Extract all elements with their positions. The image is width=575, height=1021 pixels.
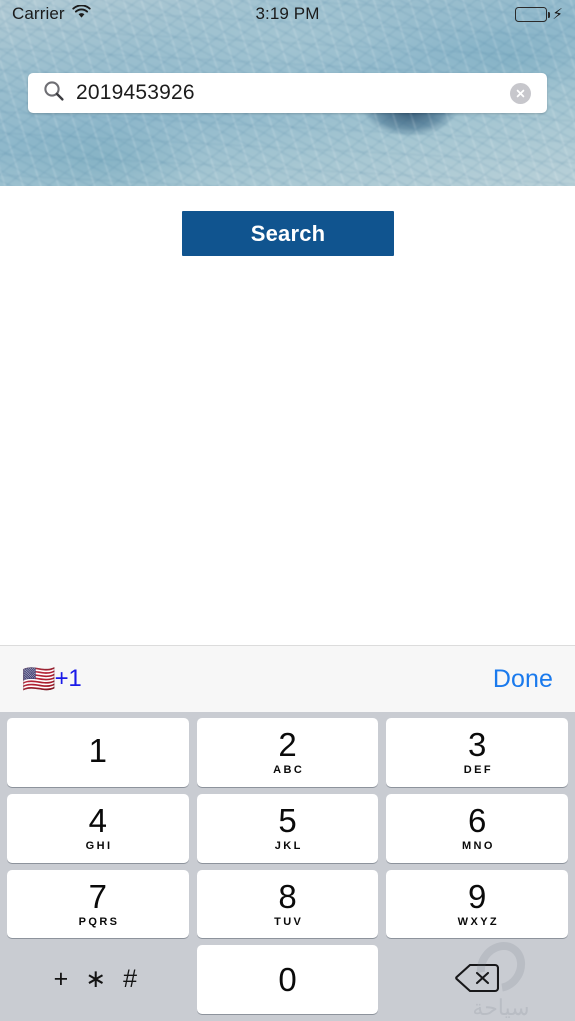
key-letters: PQRS <box>78 915 120 928</box>
search-input[interactable]: 2019453926 <box>76 81 510 105</box>
key-digit: 8 <box>278 877 297 915</box>
key-8[interactable]: 8 TUV <box>196 869 379 939</box>
keypad-row: 7 PQRS 8 TUV 9 WXYZ <box>7 869 569 939</box>
key-letters: GHI <box>85 840 113 853</box>
key-digit: 7 <box>88 877 108 915</box>
keyboard-accessory-bar: 🇺🇸 +1 Done <box>0 645 575 712</box>
key-3[interactable]: 3 DEF <box>386 718 569 787</box>
key-letters: WXYZ <box>457 915 500 928</box>
search-button[interactable]: Search <box>182 211 394 256</box>
search-bar[interactable]: 2019453926 <box>28 73 547 113</box>
key-1[interactable]: 1 <box>7 718 189 787</box>
key-0[interactable]: 0 <box>196 945 379 1014</box>
keypad-row: 1 2 ABC 3 DEF <box>7 718 569 787</box>
key-5[interactable]: 5 JKL <box>196 793 379 863</box>
symbols-key-label: + ∗ # <box>53 965 142 994</box>
key-digit: 5 <box>278 802 297 840</box>
key-letters: MNO <box>461 840 495 853</box>
key-letters: ABC <box>273 764 305 777</box>
symbols-key[interactable]: + ∗ # <box>7 945 189 1014</box>
key-digit: 0 <box>278 961 297 999</box>
search-icon <box>42 79 66 108</box>
key-digit: 6 <box>468 802 487 840</box>
keypad-row: 4 GHI 5 JKL 6 MNO <box>7 793 569 863</box>
lightning-bolt-icon: ⚡︎ <box>552 5 563 23</box>
battery-full-icon <box>515 6 551 22</box>
key-9[interactable]: 9 WXYZ <box>386 869 569 939</box>
country-code-selector[interactable]: 🇺🇸 +1 <box>22 663 82 694</box>
key-letters: TUV <box>274 915 304 928</box>
key-digit: 1 <box>88 731 108 769</box>
done-button[interactable]: Done <box>493 665 553 694</box>
key-2[interactable]: 2 ABC <box>196 718 379 787</box>
backspace-delete-icon <box>455 962 500 997</box>
key-6[interactable]: 6 MNO <box>386 793 569 863</box>
dial-code-label: +1 <box>54 665 82 692</box>
key-letters: DEF <box>463 764 493 777</box>
status-bar-right: ⚡︎ <box>515 5 563 23</box>
clock-label: 3:19 PM <box>255 4 320 23</box>
status-bar: Carrier 3:19 PM ⚡︎ <box>0 0 575 28</box>
app-screen: Carrier 3:19 PM ⚡︎ 2019453926 Search 🇺🇸 … <box>0 0 575 1021</box>
key-digit: 9 <box>468 877 487 915</box>
key-4[interactable]: 4 GHI <box>7 793 189 863</box>
numeric-keypad: 1 2 ABC 3 DEF 4 GHI 5 JKL 6 MNO 7 PQRS 8… <box>0 712 575 1021</box>
keypad-row: + ∗ # 0 <box>7 945 568 1014</box>
key-digit: 4 <box>88 802 108 840</box>
key-letters: JKL <box>274 840 303 853</box>
clear-search-icon[interactable] <box>510 82 531 104</box>
backspace-key[interactable] <box>386 945 568 1014</box>
main-content: Search <box>0 186 575 645</box>
key-digit: 3 <box>468 726 487 764</box>
key-7[interactable]: 7 PQRS <box>7 869 189 939</box>
us-flag-icon: 🇺🇸 <box>22 663 56 694</box>
key-digit: 2 <box>278 726 297 764</box>
